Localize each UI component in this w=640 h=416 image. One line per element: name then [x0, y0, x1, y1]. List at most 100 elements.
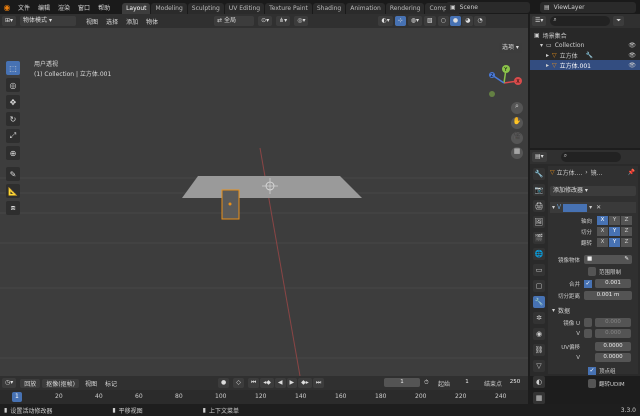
particles-tab-icon[interactable]: ✲: [533, 312, 545, 324]
u-offset-field[interactable]: 0.0000: [595, 342, 631, 351]
timeline-menu-item[interactable]: 抠像(抠帧): [42, 378, 79, 388]
bisect-distance-field[interactable]: 0.001 m: [584, 291, 632, 300]
annotate-tool-icon[interactable]: ✎: [6, 167, 20, 181]
timeline-menu-item[interactable]: 视图: [81, 379, 101, 388]
viewport-menu-item[interactable]: 物体: [142, 17, 162, 26]
output-tab-icon[interactable]: 🖨: [533, 200, 545, 212]
3d-viewport[interactable]: 用户透视 (1) Collection | 立方体.001 选项 ▾ ⬚ ◎ ✥…: [0, 28, 528, 376]
clock-icon[interactable]: ⏱: [424, 379, 429, 387]
editor-type-button[interactable]: ⊞▾: [2, 16, 17, 26]
workspace-tab[interactable]: Texture Paint: [265, 3, 312, 14]
scene-tab-icon[interactable]: 🎬: [533, 232, 545, 244]
prev-keyframe-icon[interactable]: ◂◆: [260, 378, 274, 388]
flip-x-toggle[interactable]: X: [597, 238, 608, 247]
constraints-tab-icon[interactable]: ⛓: [533, 344, 545, 356]
modifier-tab-icon[interactable]: 🔧: [533, 296, 545, 308]
outliner-root[interactable]: ▣ 场景集合: [530, 30, 640, 40]
next-keyframe-icon[interactable]: ◆▸: [298, 378, 312, 388]
play-icon[interactable]: ▶: [286, 378, 298, 388]
outliner-row-cube[interactable]: ▸ ▽ 立方体 🔧 👁: [530, 50, 640, 60]
mirror-v-field[interactable]: 0.000: [595, 329, 631, 338]
start-frame-field[interactable]: 1: [454, 378, 480, 387]
outliner-row-collection[interactable]: ▾ ▭ Collection 👁: [530, 40, 640, 50]
visibility-eye-icon[interactable]: 👁: [628, 42, 636, 49]
xray-toggle[interactable]: ▧: [423, 16, 436, 26]
menu-item[interactable]: 窗口: [74, 3, 94, 12]
axis-z-toggle[interactable]: Z: [621, 216, 632, 225]
data-tab-icon[interactable]: ▽: [533, 360, 545, 372]
add-modifier-button[interactable]: 添加修改器 ▾: [550, 186, 636, 196]
rotate-tool-icon[interactable]: ↻: [6, 112, 20, 126]
select-tool-icon[interactable]: ⬚: [6, 61, 20, 75]
viewport-menu-item[interactable]: 视图: [82, 17, 102, 26]
menu-item[interactable]: 帮助: [94, 3, 114, 12]
play-reverse-icon[interactable]: ◀: [274, 378, 286, 388]
blender-logo-icon[interactable]: ◉: [0, 3, 14, 12]
menu-item[interactable]: 文件: [14, 3, 34, 12]
timeline-menu-item[interactable]: 回放: [20, 378, 41, 388]
view-layer-tab-icon[interactable]: 🖼: [533, 216, 545, 228]
texture-tab-icon[interactable]: ▦: [533, 392, 545, 404]
menu-item[interactable]: 渲染: [54, 3, 74, 12]
view-layer-selector[interactable]: ▤ ViewLayer: [540, 2, 636, 13]
tool-tab-icon[interactable]: 🔧: [533, 168, 545, 180]
physics-tab-icon[interactable]: ◉: [533, 328, 545, 340]
jump-end-icon[interactable]: ⏭: [312, 378, 325, 388]
bisect-x-toggle[interactable]: X: [597, 227, 608, 236]
outliner-filter-icon[interactable]: ⏷: [613, 16, 625, 26]
eyedropper-icon[interactable]: ✎: [624, 255, 629, 264]
record-icon[interactable]: ●: [218, 378, 230, 388]
mode-selector[interactable]: 物体模式 ▾: [20, 16, 77, 26]
outliner-search-input[interactable]: ⌕: [550, 16, 611, 26]
modifier-display-toggles[interactable]: [563, 203, 588, 212]
shading-solid[interactable]: ●: [449, 16, 462, 26]
pivot-button[interactable]: ⊙▾: [258, 16, 273, 26]
axis-x-toggle[interactable]: X: [597, 216, 608, 225]
move-tool-icon[interactable]: ✥: [6, 95, 20, 109]
expand-arrow-icon[interactable]: ▸: [546, 62, 549, 69]
keyframe-icon[interactable]: ◇: [233, 378, 244, 388]
viewport-menu-item[interactable]: 选择: [102, 17, 122, 26]
properties-editor-type[interactable]: ▤▾: [532, 152, 547, 162]
mirror-v-checkbox[interactable]: [584, 329, 592, 338]
flip-udim-checkbox[interactable]: [588, 379, 596, 388]
visibility-eye-icon[interactable]: 👁: [628, 62, 636, 69]
menu-item[interactable]: 编辑: [34, 3, 54, 12]
add-cube-tool-icon[interactable]: ⧈: [6, 201, 20, 215]
collection-tab-icon[interactable]: ▭: [533, 264, 545, 276]
mirror-u-checkbox[interactable]: [584, 318, 592, 327]
vertex-groups-checkbox[interactable]: ✓: [588, 367, 596, 375]
camera-icon[interactable]: 🎥: [511, 132, 523, 144]
options-button[interactable]: 选项 ▾: [499, 43, 522, 53]
workspace-tab[interactable]: Rendering: [385, 3, 425, 14]
measure-tool-icon[interactable]: 📐: [6, 184, 20, 198]
merge-checkbox[interactable]: ✓: [584, 279, 592, 288]
zoom-icon[interactable]: ⌕: [511, 102, 523, 114]
outliner-row-cube-001[interactable]: ▸ ▽ 立方体.001 👁: [530, 60, 640, 70]
transform-tool-icon[interactable]: ⊕: [6, 146, 20, 160]
render-tab-icon[interactable]: 📷: [533, 184, 545, 196]
data-subpanel-header[interactable]: ▾ 数据: [548, 306, 638, 315]
shading-wireframe[interactable]: ○: [437, 16, 449, 26]
workspace-tab[interactable]: Layout: [122, 3, 151, 14]
flip-z-toggle[interactable]: Z: [621, 238, 632, 247]
world-tab-icon[interactable]: 🌐: [533, 248, 545, 260]
workspace-tab[interactable]: UV Editing: [224, 3, 265, 14]
collapse-arrow-icon[interactable]: ▾: [540, 42, 543, 49]
workspace-tab[interactable]: Animation: [346, 3, 385, 14]
current-frame-field[interactable]: 1: [384, 378, 420, 387]
overlay-toggle[interactable]: ◍▾: [407, 16, 422, 26]
material-tab-icon[interactable]: ◐: [533, 376, 545, 388]
grid-view-icon[interactable]: ▦: [511, 147, 523, 159]
shading-rendered[interactable]: ◔: [474, 16, 486, 26]
navigation-gizmo[interactable]: X Y Z: [484, 63, 524, 103]
v-offset-field[interactable]: 0.0000: [595, 353, 631, 362]
scene-selector[interactable]: ▣ Scene: [446, 2, 530, 13]
close-icon[interactable]: ✕: [596, 204, 601, 211]
scale-tool-icon[interactable]: ⤢: [6, 129, 20, 143]
transform-orientation[interactable]: ⇄ 全局: [214, 16, 255, 26]
timeline-editor-type[interactable]: ◷▾: [2, 378, 17, 388]
workspace-tab[interactable]: Modeling: [151, 3, 187, 14]
mirror-u-field[interactable]: 0.000: [595, 318, 631, 327]
shading-material[interactable]: ◕: [462, 16, 474, 26]
